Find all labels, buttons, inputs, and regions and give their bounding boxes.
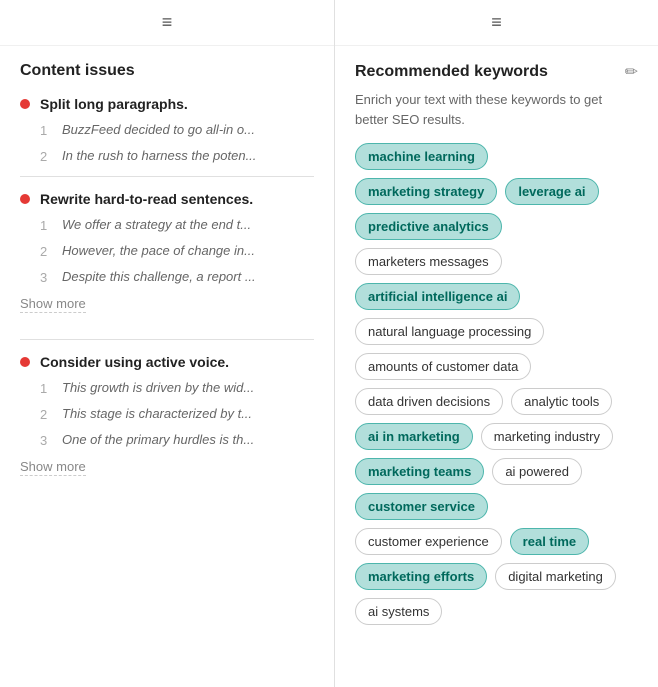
keyword-tag[interactable]: marketers messages xyxy=(355,248,502,275)
issue-title-1: Split long paragraphs. xyxy=(40,96,188,112)
item-number: 1 xyxy=(40,380,52,396)
keyword-tag[interactable]: data driven decisions xyxy=(355,388,503,415)
keyword-tag[interactable]: analytic tools xyxy=(511,388,612,415)
content-issues-title: Content issues xyxy=(20,62,314,80)
red-dot-icon xyxy=(20,99,30,109)
keyword-tag[interactable]: amounts of customer data xyxy=(355,353,531,380)
issue-items-1: 1 BuzzFeed decided to go all-in o... 2 In t… xyxy=(20,122,314,164)
left-content: Content issues Split long paragraphs. 1 Bu… xyxy=(0,46,334,687)
issue-group-3: Consider using active voice. 1 This growth… xyxy=(20,339,314,490)
item-text: We offer a strategy at the end t... xyxy=(62,217,251,232)
keyword-tag[interactable]: marketing teams xyxy=(355,458,484,485)
right-content: Recommended keywords ✏ Enrich your text … xyxy=(335,46,658,687)
item-text: In the rush to harness the poten... xyxy=(62,148,256,163)
item-text: This growth is driven by the wid... xyxy=(62,380,254,395)
right-header: ≡ xyxy=(335,0,658,46)
hamburger-icon-left[interactable]: ≡ xyxy=(162,12,173,33)
keyword-tag[interactable]: machine learning xyxy=(355,143,488,170)
issue-items-2: 1 We offer a strategy at the end t... 2 How… xyxy=(20,217,314,285)
red-dot-icon xyxy=(20,194,30,204)
item-text: Despite this challenge, a report ... xyxy=(62,269,256,284)
keyword-tag[interactable]: predictive analytics xyxy=(355,213,502,240)
item-number: 2 xyxy=(40,406,52,422)
left-header: ≡ xyxy=(0,0,334,46)
issue-group-2: Rewrite hard-to-read sentences. 1 We offer… xyxy=(20,176,314,327)
keyword-tag[interactable]: marketing strategy xyxy=(355,178,497,205)
right-section-header: Recommended keywords ✏ xyxy=(355,62,638,82)
keyword-tag[interactable]: ai systems xyxy=(355,598,442,625)
item-text: One of the primary hurdles is th... xyxy=(62,432,254,447)
list-item: 2 In the rush to harness the poten... xyxy=(40,148,314,164)
keyword-tag[interactable]: customer experience xyxy=(355,528,502,555)
item-text: This stage is characterized by t... xyxy=(62,406,252,421)
keyword-tag[interactable]: ai in marketing xyxy=(355,423,473,450)
keywords-subtitle: Enrich your text with these keywords to … xyxy=(355,90,638,129)
right-panel: ≡ Recommended keywords ✏ Enrich your tex… xyxy=(335,0,658,687)
item-number: 3 xyxy=(40,269,52,285)
keyword-tag[interactable]: customer service xyxy=(355,493,488,520)
list-item: 1 This growth is driven by the wid... xyxy=(40,380,314,396)
list-item: 3 Despite this challenge, a report ... xyxy=(40,269,314,285)
divider xyxy=(20,176,314,177)
issue-title-3: Consider using active voice. xyxy=(40,354,229,370)
keywords-container: machine learning marketing strategy levera… xyxy=(355,143,638,625)
item-text: BuzzFeed decided to go all-in o... xyxy=(62,122,255,137)
issue-title-2: Rewrite hard-to-read sentences. xyxy=(40,191,253,207)
keyword-tag[interactable]: marketing efforts xyxy=(355,563,487,590)
keyword-tag[interactable]: marketing industry xyxy=(481,423,613,450)
keyword-tag[interactable]: natural language processing xyxy=(355,318,544,345)
keyword-tag[interactable]: leverage ai xyxy=(505,178,598,205)
issue-items-3: 1 This growth is driven by the wid... 2 Thi… xyxy=(20,380,314,448)
item-number: 2 xyxy=(40,243,52,259)
show-more-button-2[interactable]: Show more xyxy=(20,296,86,313)
item-text: However, the pace of change in... xyxy=(62,243,255,258)
issue-header-1: Split long paragraphs. xyxy=(20,96,314,112)
list-item: 3 One of the primary hurdles is th... xyxy=(40,432,314,448)
list-item: 2 However, the pace of change in... xyxy=(40,243,314,259)
item-number: 1 xyxy=(40,217,52,233)
hamburger-icon-right[interactable]: ≡ xyxy=(491,12,502,33)
item-number: 1 xyxy=(40,122,52,138)
red-dot-icon xyxy=(20,357,30,367)
list-item: 1 We offer a strategy at the end t... xyxy=(40,217,314,233)
keyword-tag[interactable]: digital marketing xyxy=(495,563,616,590)
issue-group-1: Split long paragraphs. 1 BuzzFeed decided … xyxy=(20,96,314,164)
divider xyxy=(20,339,314,340)
keyword-tag[interactable]: ai powered xyxy=(492,458,582,485)
recommended-keywords-title: Recommended keywords xyxy=(355,63,548,81)
issue-header-3: Consider using active voice. xyxy=(20,354,314,370)
list-item: 2 This stage is characterized by t... xyxy=(40,406,314,422)
issues-container: Split long paragraphs. 1 BuzzFeed decided … xyxy=(20,96,314,490)
issue-header-2: Rewrite hard-to-read sentences. xyxy=(20,191,314,207)
keyword-tag[interactable]: artificial intelligence ai xyxy=(355,283,520,310)
list-item: 1 BuzzFeed decided to go all-in o... xyxy=(40,122,314,138)
item-number: 3 xyxy=(40,432,52,448)
edit-icon[interactable]: ✏ xyxy=(625,62,638,82)
left-panel: ≡ Content issues Split long paragraphs. 1… xyxy=(0,0,335,687)
keyword-tag[interactable]: real time xyxy=(510,528,589,555)
item-number: 2 xyxy=(40,148,52,164)
show-more-button-3[interactable]: Show more xyxy=(20,459,86,476)
